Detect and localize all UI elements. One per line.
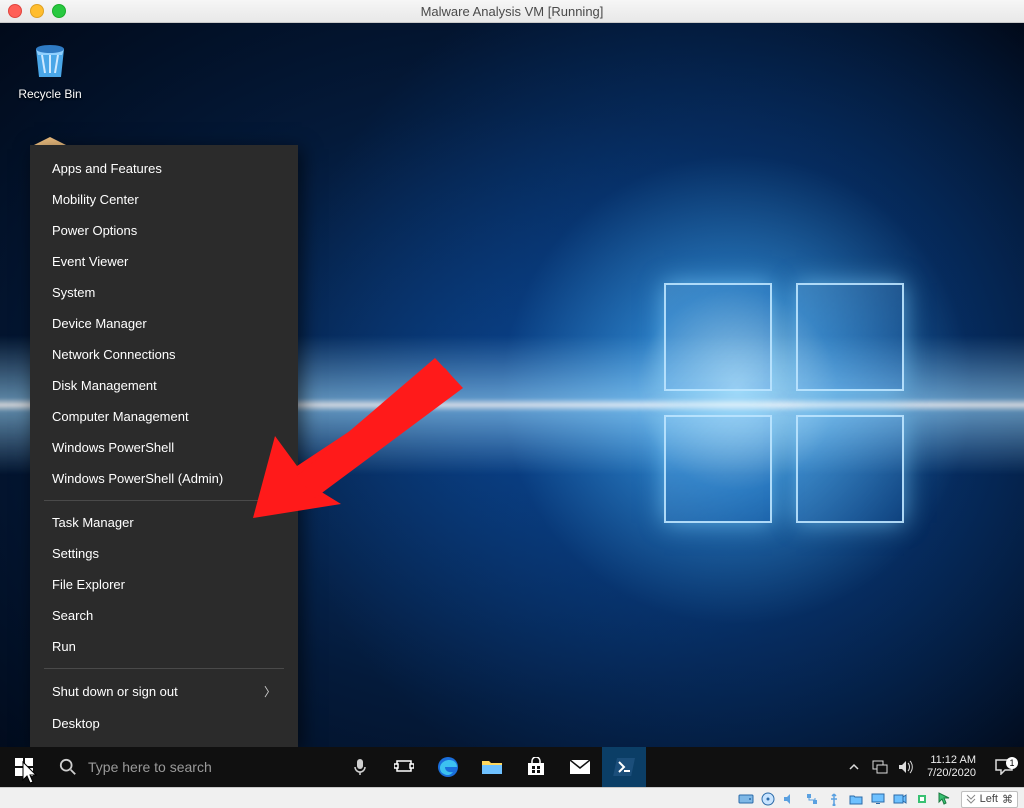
recycle-bin-icon (26, 35, 74, 83)
start-button[interactable] (0, 747, 48, 787)
system-tray: 11:12 AM 7/20/2020 1 (841, 747, 1024, 787)
winx-system[interactable]: System (30, 277, 298, 308)
taskbar-clock[interactable]: 11:12 AM 7/20/2020 (919, 754, 984, 780)
vb-network-icon[interactable] (803, 791, 821, 807)
vm-display: Recycle Bin Bo Apps and Features Mobilit… (0, 23, 1024, 787)
desktop-icon-label: Recycle Bin (10, 87, 90, 101)
taskbar-mail[interactable] (558, 747, 602, 787)
tray-volume-icon[interactable] (893, 760, 919, 774)
winx-device-manager[interactable]: Device Manager (30, 308, 298, 339)
winx-search[interactable]: Search (30, 600, 298, 631)
winx-power-options[interactable]: Power Options (30, 215, 298, 246)
taskbar-search[interactable]: Type here to search (48, 747, 338, 787)
vb-audio-icon[interactable] (781, 791, 799, 807)
taskbar-powershell[interactable] (602, 747, 646, 787)
winx-menu: Apps and Features Mobility Center Power … (30, 145, 298, 747)
search-placeholder: Type here to search (88, 759, 212, 775)
vb-hdd-icon[interactable] (737, 791, 755, 807)
folder-icon (481, 758, 503, 776)
chevron-right-icon: 〉 (264, 683, 276, 700)
winx-mobility-center[interactable]: Mobility Center (30, 184, 298, 215)
winx-computer-management[interactable]: Computer Management (30, 401, 298, 432)
winx-network-connections[interactable]: Network Connections (30, 339, 298, 370)
taskbar: Type here to search (0, 747, 1024, 787)
windows-logo (664, 283, 904, 523)
tray-network-icon[interactable] (867, 760, 893, 774)
winx-windows-powershell-admin[interactable]: Windows PowerShell (Admin) (30, 463, 298, 494)
powershell-icon (613, 758, 635, 776)
winx-disk-management[interactable]: Disk Management (30, 370, 298, 401)
window-title: Malware Analysis VM [Running] (0, 4, 1024, 19)
notification-badge: 1 (1006, 757, 1018, 769)
mail-icon (569, 759, 591, 775)
mac-titlebar: Malware Analysis VM [Running] (0, 0, 1024, 23)
search-icon (48, 758, 88, 776)
vb-optical-icon[interactable] (759, 791, 777, 807)
virtualbox-status-bar: Left ⌘ (0, 787, 1024, 808)
vb-usb-icon[interactable] (825, 791, 843, 807)
store-icon (526, 757, 546, 777)
clock-time: 11:12 AM (927, 754, 976, 767)
action-center-button[interactable]: 1 (984, 759, 1024, 775)
winx-task-manager[interactable]: Task Manager (30, 507, 298, 538)
winx-desktop[interactable]: Desktop (30, 708, 298, 739)
edge-icon (437, 756, 459, 778)
winx-apps-and-features[interactable]: Apps and Features (30, 153, 298, 184)
taskbar-edge[interactable] (426, 747, 470, 787)
host-key-label: Left (980, 793, 998, 805)
vb-mouse-integration-icon[interactable] (935, 791, 953, 807)
vb-recording-icon[interactable] (891, 791, 909, 807)
winx-run[interactable]: Run (30, 631, 298, 662)
task-view-button[interactable] (382, 747, 426, 787)
vb-shared-folder-icon[interactable] (847, 791, 865, 807)
taskbar-store[interactable] (514, 747, 558, 787)
winx-shutdown-signout[interactable]: Shut down or sign out 〉 (30, 675, 298, 708)
cortana-mic-icon[interactable] (338, 747, 382, 787)
vb-cpu-icon[interactable] (913, 791, 931, 807)
clock-date: 7/20/2020 (927, 767, 976, 780)
desktop-icon-recycle-bin[interactable]: Recycle Bin (10, 35, 90, 101)
winx-event-viewer[interactable]: Event Viewer (30, 246, 298, 277)
windows-start-icon (15, 758, 33, 776)
taskbar-file-explorer[interactable] (470, 747, 514, 787)
vb-display-icon[interactable] (869, 791, 887, 807)
winx-windows-powershell[interactable]: Windows PowerShell (30, 432, 298, 463)
vb-host-key-indicator[interactable]: Left ⌘ (961, 791, 1018, 808)
host-key-glyph: ⌘ (1002, 793, 1013, 806)
chevron-down-icon (966, 793, 976, 805)
winx-settings[interactable]: Settings (30, 538, 298, 569)
tray-overflow-chevron[interactable] (841, 761, 867, 773)
winx-file-explorer[interactable]: File Explorer (30, 569, 298, 600)
